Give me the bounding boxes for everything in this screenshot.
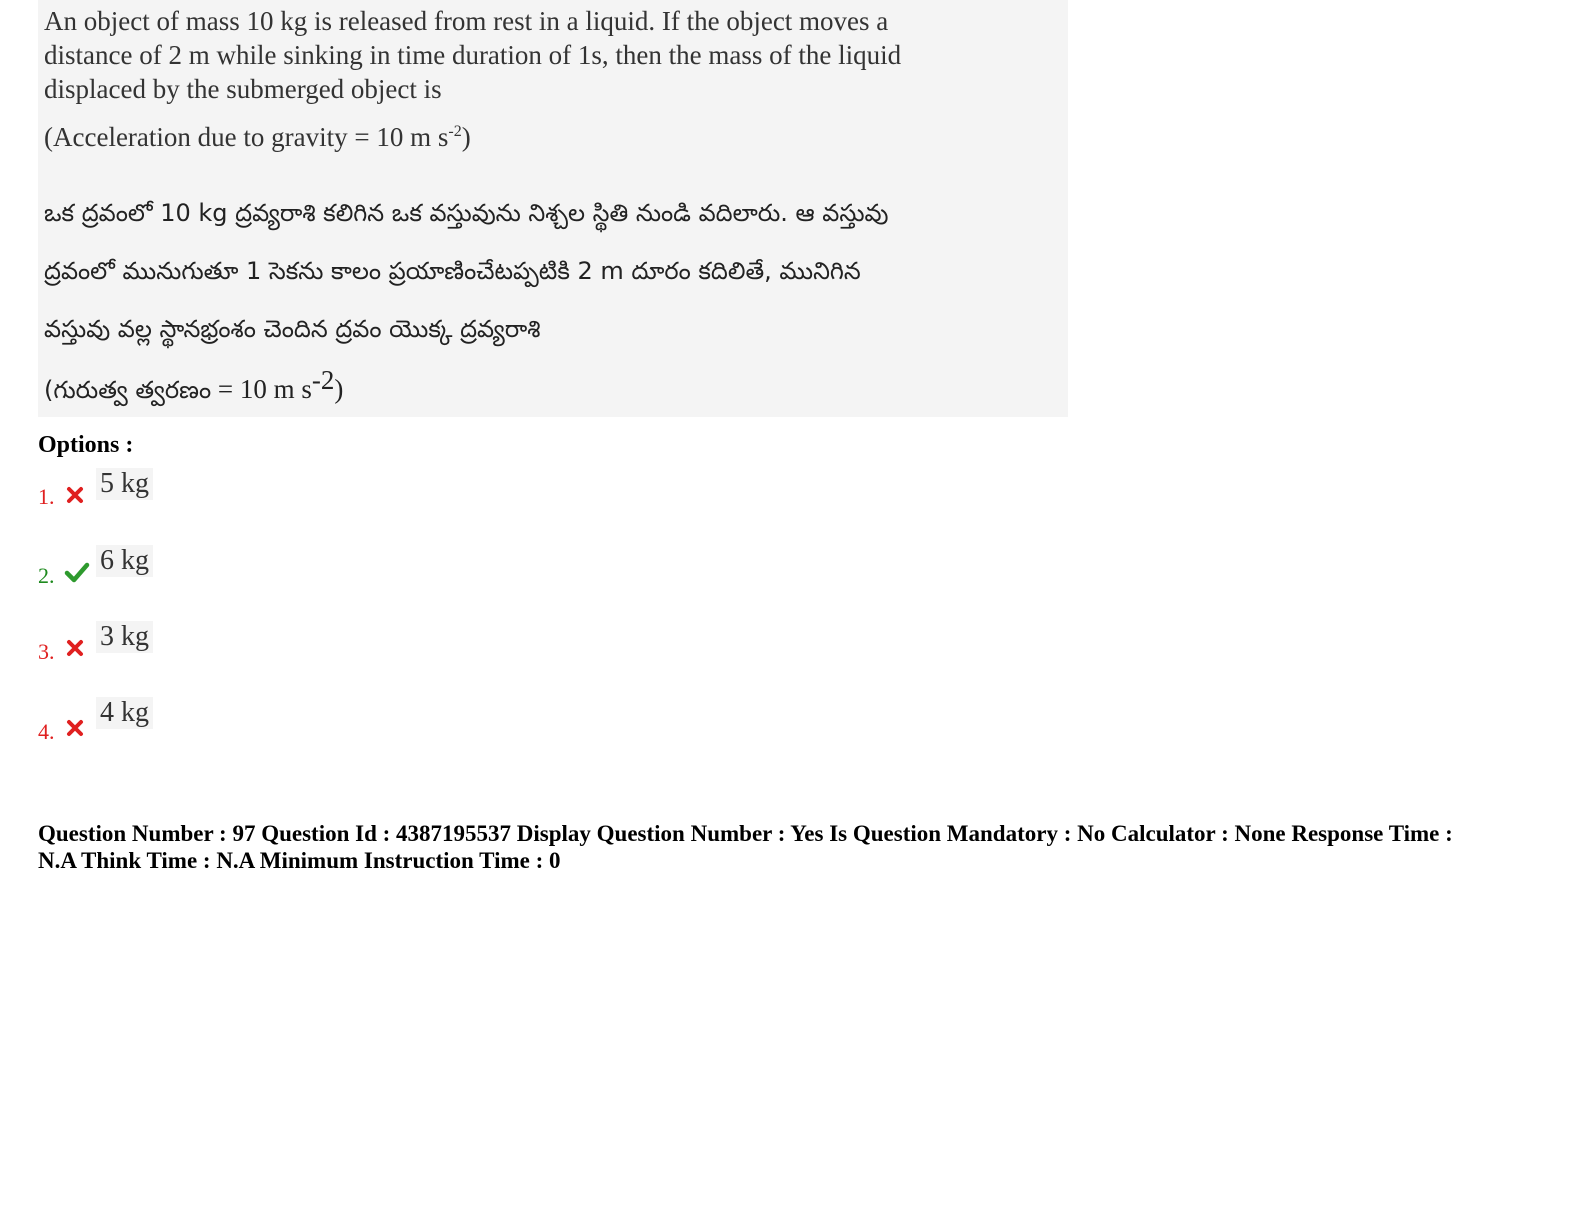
- question-english-line: An object of mass 10 kg is released from…: [44, 6, 889, 36]
- metadata-line: Question Number : 97 Question Id : 43871…: [38, 821, 1453, 846]
- option-value: 4 kg: [96, 697, 153, 729]
- question-telugu-line: ఒక ద్రవంలో 10 kg ద్రవ్యరాశి కలిగిన ఒక వస…: [44, 199, 889, 227]
- metadata-line: N.A Think Time : N.A Minimum Instruction…: [38, 848, 561, 873]
- cross-icon: [67, 720, 83, 736]
- option-3: 3. 3 kg: [38, 621, 338, 664]
- cross-icon: [67, 487, 83, 503]
- option-number: 2.: [38, 563, 55, 588]
- option-number: 3.: [38, 639, 55, 664]
- option-4: 4. 4 kg: [38, 697, 338, 744]
- option-value: 5 kg: [96, 468, 153, 500]
- question-telugu: ఒక ద్రవంలో 10 kg ద్రవ్యరాశి కలిగిన ఒక వస…: [38, 184, 1068, 417]
- question-english-line: displaced by the submerged object is: [44, 74, 442, 104]
- option-2: 2. 6 kg: [38, 545, 338, 588]
- question-telugu-line: ద్రవంలో మునుగుతూ 1 సెకను కాలం ప్రయాణించే…: [44, 257, 861, 285]
- option-1: 1. 5 kg: [38, 468, 338, 509]
- cross-icon: [67, 640, 83, 656]
- question-telugu-line: వస్తువు వల్ల స్థానభ్రంశం చెందిన ద్రవం యొ…: [44, 315, 541, 343]
- question-metadata: Question Number : 97 Question Id : 43871…: [38, 820, 1538, 874]
- question-english-gravity: (Acceleration due to gravity = 10 m s-2): [44, 122, 471, 152]
- check-icon: [64, 562, 90, 583]
- question-english: An object of mass 10 kg is released from…: [38, 0, 1068, 154]
- option-value: 3 kg: [96, 621, 153, 653]
- option-number: 4.: [38, 719, 55, 744]
- options-label: Options :: [38, 432, 134, 458]
- question-image: An object of mass 10 kg is released from…: [38, 0, 1068, 417]
- question-telugu-gravity: (గురుత్వ త్వరణం = 10 m s-2): [44, 365, 344, 405]
- question-english-line: distance of 2 m while sinking in time du…: [44, 40, 902, 70]
- option-number: 1.: [38, 484, 55, 509]
- option-value: 6 kg: [96, 545, 153, 577]
